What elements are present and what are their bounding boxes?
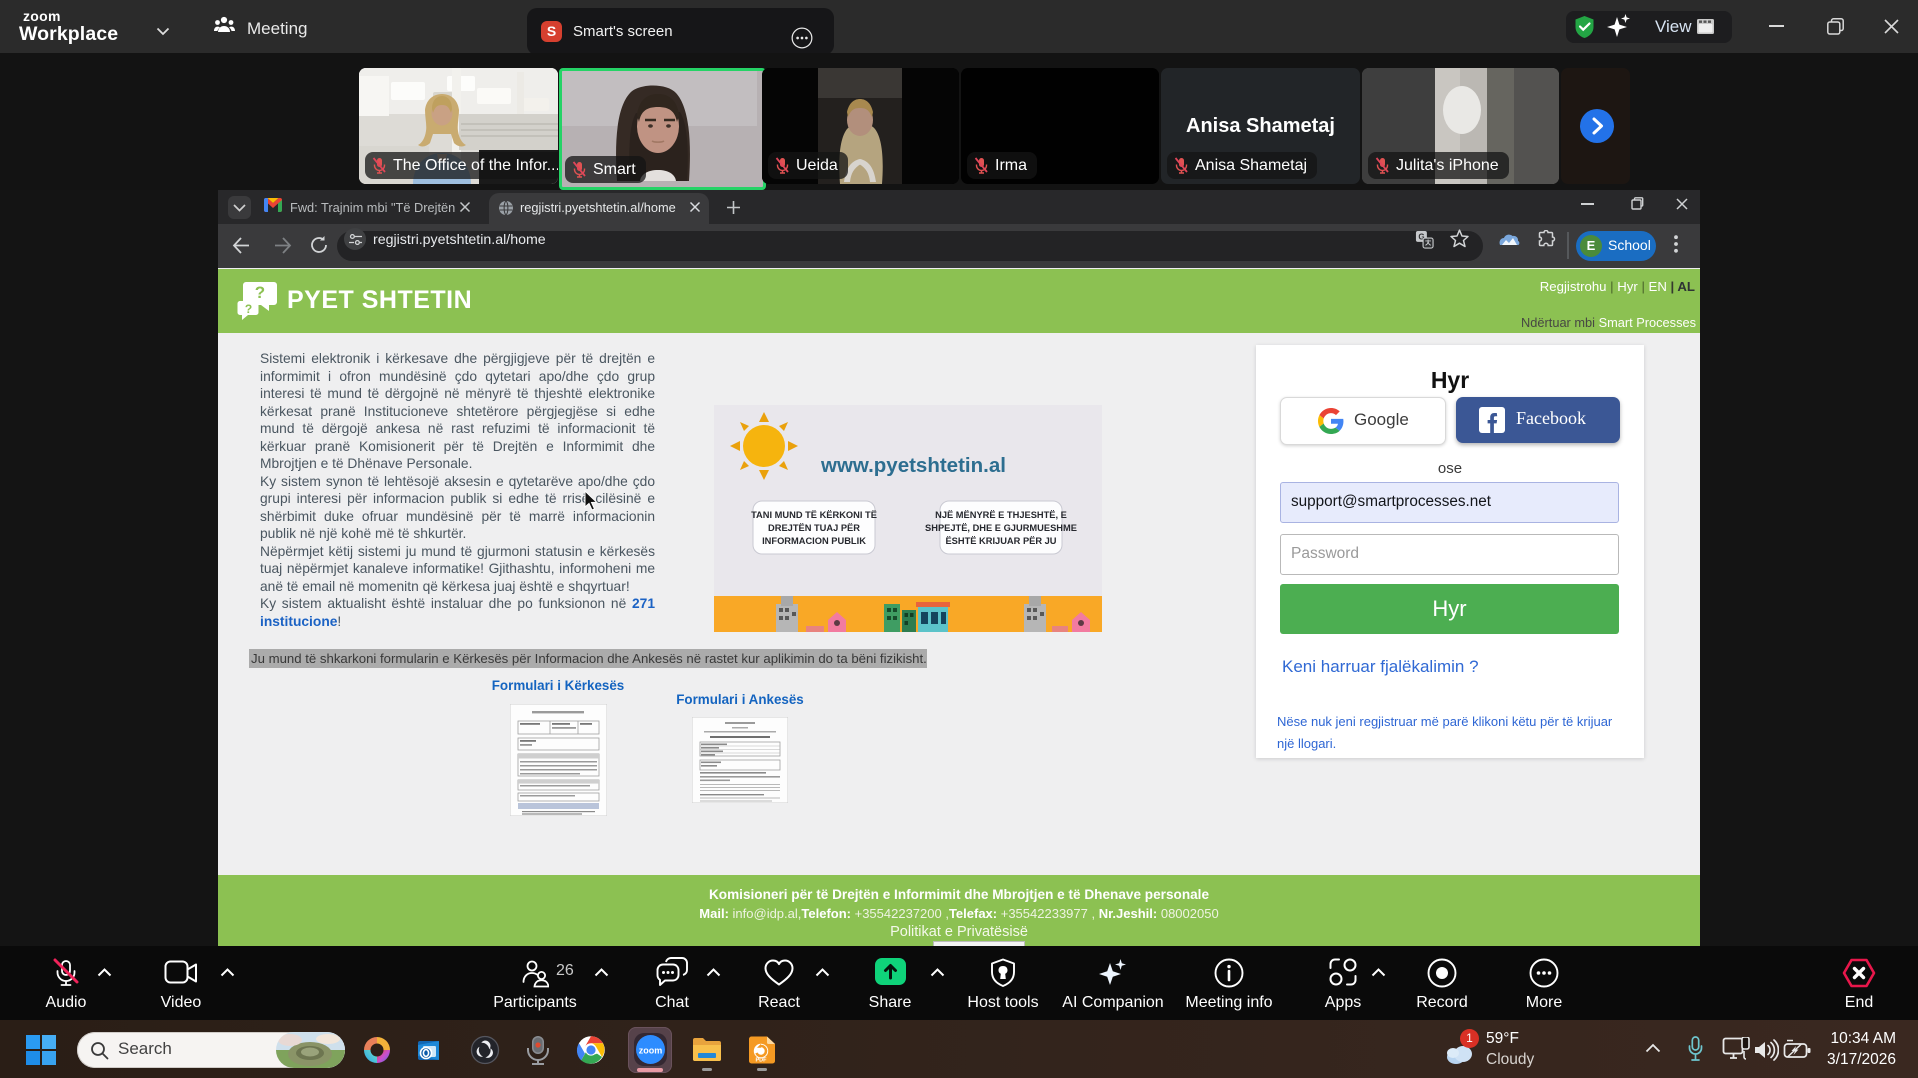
svg-text:INFORMACION PUBLIK: INFORMACION PUBLIK — [762, 536, 866, 546]
svg-text:zoom: zoom — [639, 1046, 663, 1056]
svg-text:SHPEJTË, DHE E GJURMUESHME: SHPEJTË, DHE E GJURMUESHME — [925, 523, 1077, 533]
svg-text:NJË MËNYRË E THJESHTË, E: NJË MËNYRË E THJESHTË, E — [935, 510, 1067, 520]
svg-text:?: ? — [255, 283, 265, 302]
svg-text:ËSHTË KRIJUAR PËR JU: ËSHTË KRIJUAR PËR JU — [945, 536, 1056, 546]
svg-text:www.pyetshtetin.al: www.pyetshtetin.al — [820, 454, 1006, 477]
svg-text:TANI MUND TË KËRKONI TË: TANI MUND TË KËRKONI TË — [751, 510, 877, 520]
svg-text:DREJTËN TUAJ PËR: DREJTËN TUAJ PËR — [768, 523, 860, 533]
svg-text:?: ? — [245, 302, 252, 316]
svg-text:PDF: PDF — [756, 1058, 768, 1064]
